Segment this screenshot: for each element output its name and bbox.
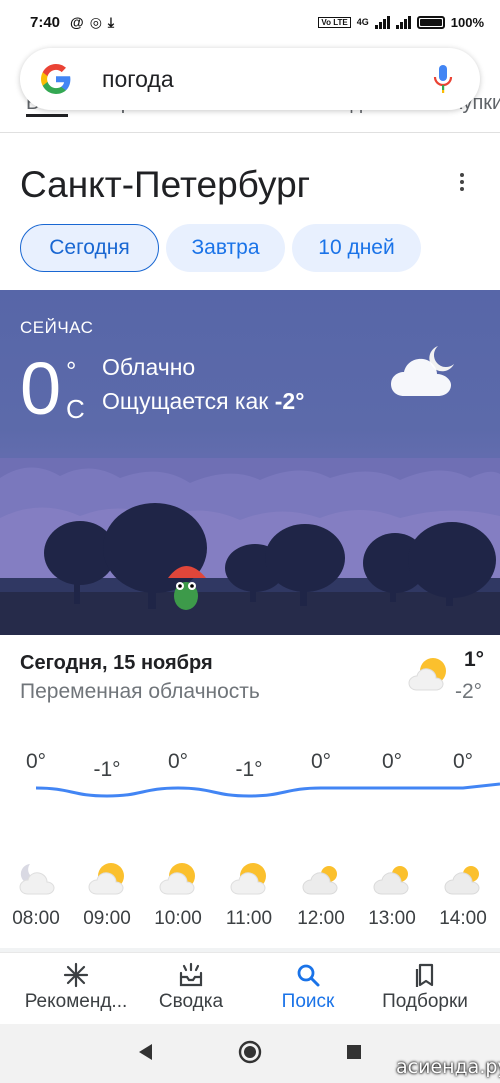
chip-tomorrow[interactable]: Завтра bbox=[166, 224, 285, 272]
hourly-forecast: 08:00 09:00 10:00 11:00 12:00 13:00 14:00 bbox=[0, 860, 500, 940]
more-options-icon[interactable] bbox=[452, 170, 472, 194]
hourly-item[interactable]: 08:00 bbox=[6, 860, 66, 930]
hourly-time: 13:00 bbox=[368, 908, 416, 929]
temperature-series-line bbox=[35, 782, 500, 798]
divider bbox=[0, 132, 500, 133]
city-title: Санкт-Петербург bbox=[20, 164, 311, 205]
home-icon[interactable] bbox=[238, 1040, 262, 1064]
whatsapp-icon: ◎ bbox=[89, 13, 102, 30]
nav-recommendations[interactable]: Рекоменд... bbox=[16, 961, 136, 1013]
back-icon[interactable] bbox=[136, 1042, 154, 1062]
hourly-time: 14:00 bbox=[439, 908, 487, 929]
temperature-data-label: 0° bbox=[311, 750, 331, 773]
now-label: СЕЙЧАС bbox=[20, 318, 94, 337]
temperature-data-label: 0° bbox=[382, 750, 402, 773]
network-type: 4G bbox=[356, 17, 369, 27]
at-icon: @ bbox=[70, 14, 84, 30]
current-condition: Облачно bbox=[102, 354, 196, 380]
hourly-item[interactable]: 12:00 bbox=[291, 860, 351, 930]
collections-icon bbox=[415, 963, 434, 987]
battery-icon bbox=[416, 15, 445, 29]
inbox-icon bbox=[179, 962, 203, 987]
hourly-time: 08:00 bbox=[12, 908, 60, 929]
search-icon bbox=[297, 964, 320, 987]
asterisk-icon bbox=[63, 962, 89, 988]
hourly-temperature-chart: 0° -1° 0° -1° 0° 0° 0° bbox=[0, 740, 500, 850]
feels-like-label: Ощущается как bbox=[102, 388, 269, 414]
nav-search[interactable]: Поиск bbox=[268, 961, 348, 1013]
hourly-time: 11:00 bbox=[225, 908, 273, 929]
search-input[interactable]: погода bbox=[102, 66, 174, 93]
hourly-item[interactable]: 13:00 bbox=[362, 860, 422, 930]
hourly-time: 10:00 bbox=[154, 908, 202, 929]
battery-level: 100% bbox=[450, 14, 484, 30]
today-low: -2° bbox=[455, 680, 483, 703]
search-box[interactable]: погода bbox=[20, 48, 480, 110]
download-icon: ⤓ bbox=[107, 13, 115, 30]
status-bar: 7:40 @ ◎ ⤓ Vo LTE 4G 100% bbox=[0, 0, 500, 44]
weather-scene-illustration bbox=[0, 458, 500, 635]
cloud-sun-small-icon bbox=[302, 866, 338, 895]
hourly-item[interactable]: 09:00 bbox=[77, 860, 137, 930]
bottom-navigation: Рекоменд... Сводка Поиск Подборки bbox=[0, 952, 500, 1024]
cloud-sun-small-icon bbox=[373, 866, 409, 895]
status-time: 7:40 bbox=[30, 13, 61, 31]
nav-digest[interactable]: Сводка bbox=[148, 961, 234, 1013]
sun-cloud-icon bbox=[230, 863, 266, 895]
volte-icon: Vo LTE bbox=[318, 16, 351, 28]
cloud-sun-small-icon bbox=[444, 866, 480, 895]
mic-icon[interactable] bbox=[432, 64, 454, 94]
today-high: 1° bbox=[464, 648, 485, 671]
hourly-item[interactable]: 10:00 bbox=[148, 860, 208, 930]
cloud-moon-icon bbox=[19, 864, 55, 895]
hourly-item[interactable]: 11:00 bbox=[219, 860, 279, 930]
nav-collections[interactable]: Подборки bbox=[372, 961, 478, 1013]
today-title: Сегодня, 15 ноября bbox=[20, 652, 213, 674]
temperature-data-label: -1° bbox=[235, 758, 262, 781]
chip-today[interactable]: Сегодня bbox=[20, 224, 159, 272]
chip-10-days[interactable]: 10 дней bbox=[292, 224, 421, 272]
google-logo-icon[interactable] bbox=[40, 63, 72, 95]
feels-like-value: -2° bbox=[274, 388, 305, 414]
active-tab-indicator bbox=[26, 114, 68, 117]
feels-like: Ощущается как -2° bbox=[102, 388, 304, 415]
current-weather-panel: СЕЙЧАС 0 ° C Облачно Ощущается как -2° bbox=[0, 290, 500, 635]
temperature-data-label: 0° bbox=[453, 750, 473, 773]
watermark: асиенда.ру bbox=[396, 1056, 500, 1078]
nav-collections-label: Подборки bbox=[382, 991, 468, 1012]
nav-recommendations-label: Рекоменд... bbox=[24, 991, 128, 1012]
degree-symbol: ° bbox=[66, 356, 77, 386]
signal-icon bbox=[374, 15, 390, 29]
recents-icon[interactable] bbox=[346, 1044, 362, 1060]
partly-cloudy-sun-icon bbox=[408, 658, 446, 691]
signal-icon-2 bbox=[395, 15, 411, 29]
current-temperature: 0 bbox=[20, 347, 62, 430]
temperature-line-chart: 0° -1° 0° -1° 0° 0° 0° bbox=[26, 750, 500, 798]
hourly-time: 09:00 bbox=[83, 908, 131, 929]
hourly-item[interactable]: 14:00 bbox=[433, 860, 493, 930]
sun-cloud-icon bbox=[88, 863, 124, 895]
today-summary: Переменная облачность bbox=[20, 680, 260, 703]
nav-search-label: Поиск bbox=[281, 991, 335, 1012]
sun-cloud-icon bbox=[159, 863, 195, 895]
hourly-time: 12:00 bbox=[297, 908, 345, 929]
temperature-unit: C bbox=[66, 394, 85, 424]
temperature-data-label: -1° bbox=[93, 758, 120, 781]
cloud-moon-icon bbox=[391, 346, 454, 396]
nav-digest-label: Сводка bbox=[158, 991, 224, 1012]
temperature-data-label: 0° bbox=[168, 750, 188, 773]
temperature-data-label: 0° bbox=[26, 750, 46, 773]
